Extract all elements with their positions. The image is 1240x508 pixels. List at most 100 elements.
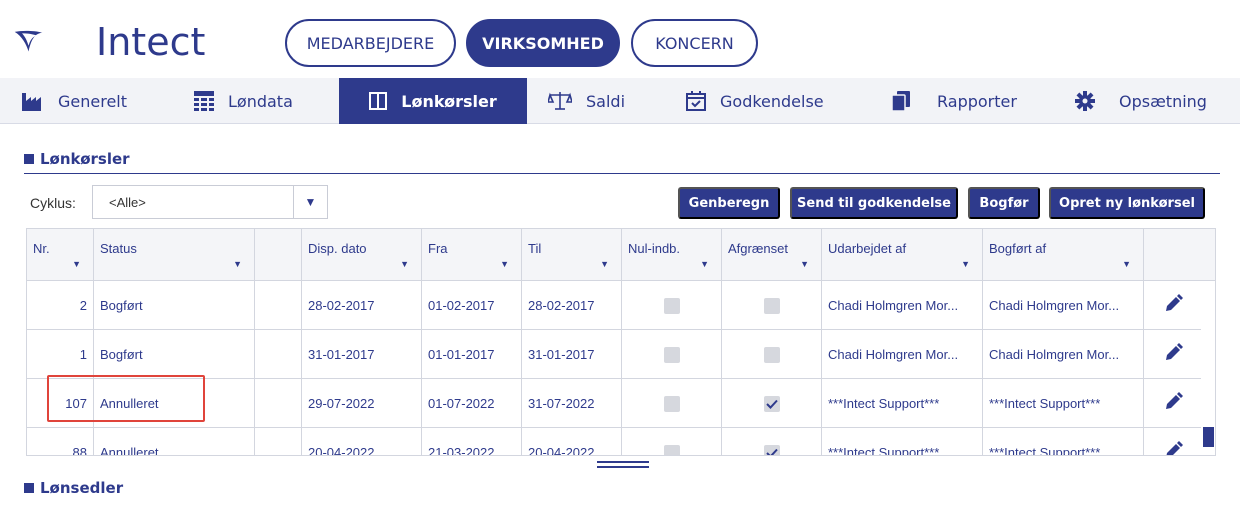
main-nav: Generelt Løndata Lønkørsler Saldi Godken… [0, 78, 1240, 124]
filter-icon[interactable]: ▼ [700, 259, 709, 269]
calendar-check-icon [686, 91, 706, 111]
pencil-icon[interactable] [1163, 343, 1183, 366]
checkbox[interactable] [763, 395, 780, 412]
table-row[interactable]: 88 Annulleret 20-04-2022 21-03-2022 20-04-20… [27, 428, 1201, 455]
column-header-text: Til [528, 241, 542, 256]
table-row[interactable]: 2 Bogført 28-02-2017 01-02-2017 28-02-2017 Ch… [27, 281, 1201, 330]
cycle-dropdown[interactable]: <Alle> ▼ [92, 185, 328, 219]
checkbox[interactable] [663, 297, 680, 314]
checkbox[interactable] [763, 346, 780, 363]
pencil-icon[interactable] [1163, 392, 1183, 415]
nav-label: Løndata [228, 91, 293, 111]
column-header-text: Fra [428, 241, 448, 256]
factory-icon [22, 93, 41, 111]
cell-disp: 28-02-2017 [302, 281, 422, 330]
cell-til: 28-02-2017 [522, 281, 622, 330]
nav-label: Lønkørsler [401, 91, 497, 111]
edit-cell [1144, 281, 1201, 330]
checkbox[interactable] [663, 395, 680, 412]
cell-bogf: ***Intect Support*** [983, 379, 1144, 428]
nav-label: Generelt [58, 91, 128, 111]
bogfoer-button[interactable]: Bogfør [968, 187, 1040, 219]
tab-koncern[interactable]: KONCERN [631, 19, 758, 67]
filter-icon[interactable]: ▼ [800, 259, 809, 269]
nav-item-rapporter[interactable]: Rapporter [891, 78, 1017, 124]
column-header-udarbejdet-af[interactable]: Udarbejdet af ▼ [822, 229, 983, 281]
edit-cell [1144, 330, 1201, 379]
cell-udarb: ***Intect Support*** [822, 428, 983, 455]
column-header-text: Nul-indb. [628, 241, 681, 256]
cycle-dropdown-value: <Alle> [109, 195, 146, 210]
checkbox[interactable] [763, 444, 780, 455]
cell-nr: 88 [27, 428, 94, 455]
nav-label: Godkendelse [720, 91, 824, 111]
nav-item-loenkoersler[interactable]: Lønkørsler [339, 78, 527, 124]
chevron-down-icon[interactable]: ▼ [293, 186, 327, 218]
square-bullet-icon [24, 483, 34, 493]
cell-status: Bogført [94, 281, 255, 330]
cell-blank [255, 428, 302, 455]
nav-item-opsaetning[interactable]: Opsætning [1075, 78, 1207, 124]
tab-virksomhed[interactable]: VIRKSOMHED [466, 19, 620, 67]
column-header-bogfoert-af[interactable]: Bogført af ▼ [983, 229, 1144, 281]
table-row[interactable]: 1 Bogført 31-01-2017 01-01-2017 31-01-2017 Ch… [27, 330, 1201, 379]
filter-icon[interactable]: ▼ [72, 259, 81, 269]
column-header-disp-dato[interactable]: Disp. dato ▼ [302, 229, 422, 281]
checkbox-cell [622, 330, 722, 379]
filter-icon[interactable]: ▼ [600, 259, 609, 269]
filter-icon[interactable]: ▼ [400, 259, 409, 269]
nav-item-generelt[interactable]: Generelt [22, 78, 127, 124]
column-header-fra[interactable]: Fra ▼ [422, 229, 522, 281]
send-til-godkendelse-button[interactable]: Send til godkendelse [790, 187, 958, 219]
section-title-loenkoersler: Lønkørsler [24, 150, 130, 168]
genberegn-button[interactable]: Genberegn [678, 187, 780, 219]
filter-icon[interactable]: ▼ [961, 259, 970, 269]
grid-scrollbar-thumb[interactable] [1203, 427, 1214, 447]
column-header-nul-indb[interactable]: Nul-indb. ▼ [622, 229, 722, 281]
cell-disp: 20-04-2022 [302, 428, 422, 455]
intect-logo-icon[interactable] [14, 10, 94, 72]
cell-bogf: Chadi Holmgren Mor... [983, 330, 1144, 379]
section-title-text: Lønsedler [40, 479, 124, 497]
column-header-afgraenset[interactable]: Afgrænset ▼ [722, 229, 822, 281]
column-header-text: Nr. [33, 241, 50, 256]
square-bullet-icon [24, 154, 34, 164]
documents-icon [891, 91, 910, 111]
opret-ny-loenkoersel-button[interactable]: Opret ny lønkørsel [1049, 187, 1205, 219]
column-header-text: Disp. dato [308, 241, 367, 256]
filter-icon[interactable]: ▼ [500, 259, 509, 269]
nav-item-godkendelse[interactable]: Godkendelse [686, 78, 824, 124]
pencil-icon[interactable] [1163, 441, 1183, 455]
logo-text: Intect [96, 20, 206, 64]
pencil-icon[interactable] [1163, 294, 1183, 317]
checkbox-cell [722, 330, 822, 379]
cell-udarb: Chadi Holmgren Mor... [822, 281, 983, 330]
check-icon [765, 399, 778, 409]
nav-item-loendata[interactable]: Løndata [194, 78, 293, 124]
column-header-blank [255, 229, 302, 281]
checkbox[interactable] [663, 444, 680, 455]
cell-blank [255, 379, 302, 428]
tab-medarbejdere[interactable]: MEDARBEJDERE [285, 19, 456, 67]
nav-label: Saldi [586, 91, 626, 111]
cell-status: Annulleret [94, 428, 255, 455]
filter-icon[interactable]: ▼ [1122, 259, 1131, 269]
scale-icon [548, 92, 572, 110]
checkbox[interactable] [663, 346, 680, 363]
check-icon [765, 448, 778, 455]
nav-item-saldi[interactable]: Saldi [548, 78, 625, 124]
column-header-til[interactable]: Til ▼ [522, 229, 622, 281]
cell-til: 20-04-2022 [522, 428, 622, 455]
cell-udarb: Chadi Holmgren Mor... [822, 330, 983, 379]
edit-cell [1144, 379, 1201, 428]
filter-icon[interactable]: ▼ [233, 259, 242, 269]
panel-splitter-handle[interactable] [597, 461, 649, 468]
column-header-nr[interactable]: Nr. ▼ [27, 229, 94, 281]
column-header-status[interactable]: Status ▼ [94, 229, 255, 281]
cell-blank [255, 281, 302, 330]
cell-bogf: Chadi Holmgren Mor... [983, 281, 1144, 330]
checkbox-cell [722, 379, 822, 428]
checkbox[interactable] [763, 297, 780, 314]
cell-nr: 1 [27, 330, 94, 379]
cell-til: 31-07-2022 [522, 379, 622, 428]
